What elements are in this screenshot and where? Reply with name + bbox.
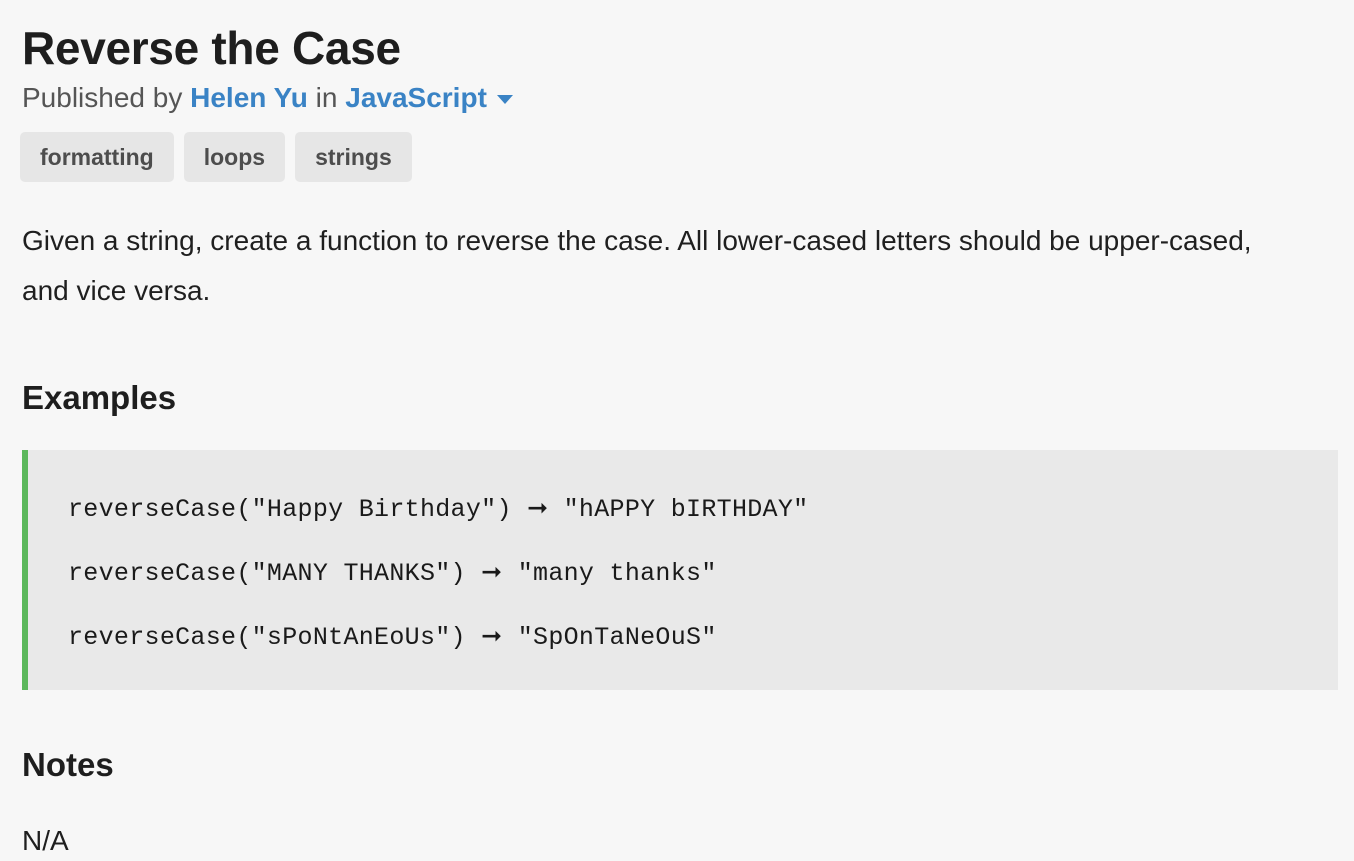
in-label: in <box>315 82 338 113</box>
challenge-description: Given a string, create a function to rev… <box>22 225 1252 306</box>
example-line: reverseCase("MANY THANKS") ➞ "many thank… <box>68 559 717 588</box>
example-line: reverseCase("Happy Birthday") ➞ "hAPPY b… <box>68 495 809 524</box>
language-link[interactable]: JavaScript <box>345 78 487 118</box>
notes-text: N/A <box>22 825 69 856</box>
tag-strings[interactable]: strings <box>295 132 412 182</box>
challenge-page: Reverse the Case Published by Helen Yu i… <box>0 0 1354 856</box>
examples-block: reverseCase("Happy Birthday") ➞ "hAPPY b… <box>22 450 1338 690</box>
author-link[interactable]: Helen Yu <box>190 78 308 118</box>
byline: Published by Helen Yu in JavaScript <box>22 78 1338 118</box>
published-by-label: Published by <box>22 82 183 113</box>
notes-heading: Notes <box>22 746 114 783</box>
tag-loops[interactable]: loops <box>183 132 286 182</box>
example-line: reverseCase("sPoNtAnEoUs") ➞ "SpOnTaNeOu… <box>68 623 717 652</box>
examples-heading: Examples <box>22 379 177 416</box>
tag-formatting[interactable]: formatting <box>20 132 174 182</box>
page-title: Reverse the Case <box>22 22 401 74</box>
caret-down-icon[interactable] <box>496 94 513 104</box>
tag-list: formatting loops strings <box>20 132 1338 182</box>
